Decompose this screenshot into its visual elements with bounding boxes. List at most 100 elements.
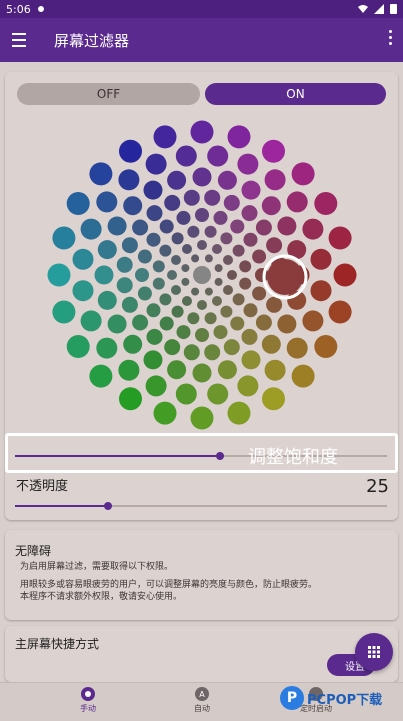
color-dot[interactable] bbox=[291, 364, 315, 388]
color-dot[interactable] bbox=[181, 277, 190, 286]
color-dot[interactable] bbox=[145, 375, 167, 397]
color-dot[interactable] bbox=[171, 255, 181, 265]
color-dot[interactable] bbox=[191, 254, 200, 263]
color-dot[interactable] bbox=[212, 244, 222, 254]
color-dot[interactable] bbox=[302, 310, 324, 332]
color-dot[interactable] bbox=[252, 286, 267, 301]
color-dot[interactable] bbox=[212, 296, 222, 306]
color-dot[interactable] bbox=[314, 192, 338, 215]
color-dot[interactable] bbox=[241, 350, 261, 370]
opacity-slider-thumb[interactable] bbox=[104, 502, 112, 510]
color-dot[interactable] bbox=[192, 167, 212, 187]
color-dot[interactable] bbox=[241, 205, 258, 222]
color-dot[interactable] bbox=[143, 350, 163, 370]
color-dot[interactable] bbox=[159, 316, 174, 331]
color-dot[interactable] bbox=[239, 260, 252, 273]
color-dot[interactable] bbox=[146, 232, 161, 247]
color-dot[interactable] bbox=[164, 339, 181, 356]
color-wheel[interactable] bbox=[0, 108, 403, 438]
color-dot[interactable] bbox=[227, 401, 251, 425]
color-dot[interactable] bbox=[255, 268, 269, 282]
color-dot[interactable] bbox=[146, 303, 161, 318]
color-dot[interactable] bbox=[217, 360, 237, 380]
color-dot[interactable] bbox=[204, 225, 217, 238]
color-dot[interactable] bbox=[183, 189, 200, 206]
color-dot[interactable] bbox=[116, 256, 133, 273]
color-dot[interactable] bbox=[261, 334, 281, 354]
color-dot[interactable] bbox=[97, 240, 117, 260]
selected-color-dot[interactable] bbox=[267, 259, 303, 295]
color-dot[interactable] bbox=[167, 360, 187, 380]
color-dot[interactable] bbox=[252, 249, 267, 264]
color-dot[interactable] bbox=[190, 120, 214, 144]
color-dot[interactable] bbox=[167, 270, 177, 280]
color-dot[interactable] bbox=[264, 359, 286, 381]
color-dot[interactable] bbox=[204, 254, 213, 263]
color-dot[interactable] bbox=[116, 277, 133, 294]
color-dot[interactable] bbox=[96, 337, 118, 359]
color-dot[interactable] bbox=[261, 196, 281, 216]
color-dot[interactable] bbox=[135, 268, 149, 282]
color-dot[interactable] bbox=[223, 339, 240, 356]
color-dot[interactable] bbox=[204, 312, 217, 325]
color-dot[interactable] bbox=[328, 226, 352, 250]
color-dot[interactable] bbox=[89, 162, 113, 186]
color-dot[interactable] bbox=[107, 314, 127, 334]
color-dot[interactable] bbox=[145, 153, 167, 175]
color-dot[interactable] bbox=[286, 337, 308, 359]
color-dot[interactable] bbox=[277, 314, 297, 334]
nav-item-auto[interactable]: A 自动 bbox=[172, 687, 232, 714]
color-dot[interactable] bbox=[175, 145, 197, 167]
color-dot[interactable] bbox=[207, 383, 229, 405]
color-dot[interactable] bbox=[146, 205, 163, 222]
color-dot[interactable] bbox=[230, 219, 245, 234]
on-toggle-button[interactable]: ON bbox=[205, 83, 386, 105]
color-dot[interactable] bbox=[159, 244, 172, 257]
color-dot[interactable] bbox=[239, 277, 252, 290]
color-dot[interactable] bbox=[72, 248, 94, 270]
color-dot[interactable] bbox=[191, 287, 200, 296]
color-dot[interactable] bbox=[264, 169, 286, 191]
color-dot[interactable] bbox=[89, 364, 113, 388]
off-toggle-button[interactable]: OFF bbox=[17, 83, 200, 105]
color-dot[interactable] bbox=[195, 328, 209, 342]
color-dot[interactable] bbox=[197, 300, 207, 310]
color-dot[interactable] bbox=[153, 125, 177, 149]
color-dot[interactable] bbox=[66, 192, 90, 215]
color-dot[interactable] bbox=[52, 300, 76, 324]
color-dot[interactable] bbox=[266, 237, 283, 254]
color-dot[interactable] bbox=[223, 285, 233, 295]
color-dot[interactable] bbox=[52, 226, 76, 250]
color-dot[interactable] bbox=[193, 266, 211, 284]
color-dot[interactable] bbox=[132, 314, 149, 331]
color-dot[interactable] bbox=[159, 293, 172, 306]
menu-icon[interactable] bbox=[12, 18, 34, 62]
color-dot[interactable] bbox=[176, 325, 191, 340]
color-dot[interactable] bbox=[262, 387, 285, 411]
color-dot[interactable] bbox=[241, 328, 258, 345]
color-dot[interactable] bbox=[171, 305, 184, 318]
more-options-icon[interactable] bbox=[387, 30, 393, 50]
color-dot[interactable] bbox=[119, 139, 142, 163]
color-dot[interactable] bbox=[80, 218, 102, 240]
color-dot[interactable] bbox=[146, 328, 163, 345]
color-dot[interactable] bbox=[237, 153, 259, 175]
color-dot[interactable] bbox=[241, 180, 261, 200]
color-dot[interactable] bbox=[153, 401, 177, 425]
color-dot[interactable] bbox=[328, 300, 352, 324]
color-dot[interactable] bbox=[214, 264, 223, 273]
color-dot[interactable] bbox=[176, 210, 191, 225]
color-dot[interactable] bbox=[220, 232, 233, 245]
color-dot[interactable] bbox=[72, 280, 94, 302]
color-dot[interactable] bbox=[181, 264, 190, 273]
color-dot[interactable] bbox=[190, 406, 214, 430]
color-dot[interactable] bbox=[121, 296, 138, 313]
color-dot[interactable] bbox=[204, 287, 213, 296]
color-dot[interactable] bbox=[47, 263, 71, 287]
color-dot[interactable] bbox=[121, 237, 138, 254]
color-dot[interactable] bbox=[132, 219, 149, 236]
color-dot[interactable] bbox=[159, 219, 174, 234]
color-dot[interactable] bbox=[223, 194, 240, 211]
color-dot[interactable] bbox=[302, 218, 324, 240]
color-dot[interactable] bbox=[314, 335, 338, 358]
